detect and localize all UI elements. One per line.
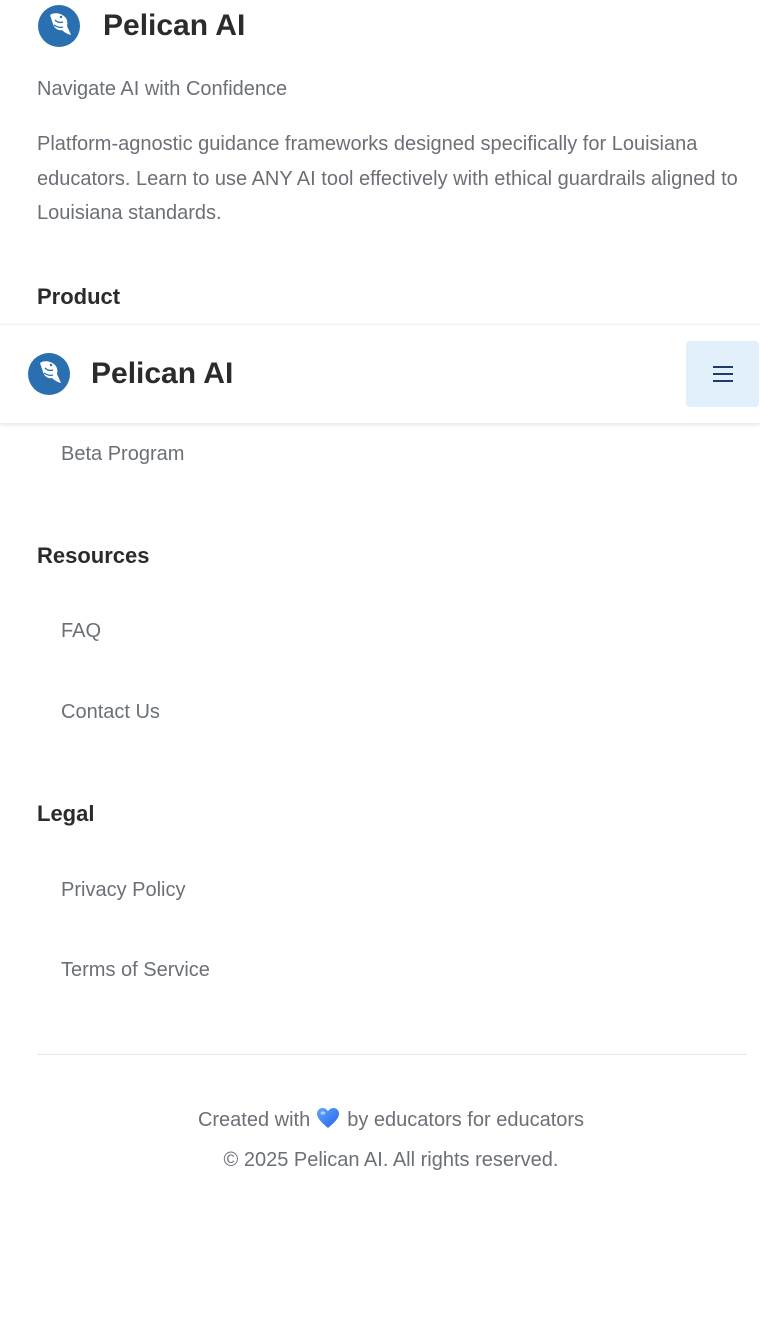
menu-toggle-button[interactable]: [686, 341, 759, 407]
footer-description: Platform-agnostic guidance frameworks de…: [37, 133, 738, 224]
pelican-logo-icon: [37, 4, 81, 48]
footer-brand[interactable]: Pelican AI: [37, 3, 245, 49]
pelican-logo-icon: [27, 352, 71, 396]
footer-tagline: Navigate AI with Confidence: [37, 78, 288, 100]
header-brand-name: Pelican AI: [91, 357, 234, 390]
copyright-text: © 2025 Pelican AI. All rights reserved.: [223, 1149, 559, 1171]
site-footer: Pelican AI Navigate AI with Confidence P…: [0, 0, 760, 1324]
hamburger-menu-icon: [712, 366, 733, 382]
footer-brand-name: Pelican AI: [103, 9, 246, 42]
link-privacy-policy[interactable]: Privacy Policy: [61, 879, 185, 902]
link-terms-of-service[interactable]: Terms of Service: [61, 959, 210, 982]
credit-text-after: by educators for educators: [347, 1109, 585, 1131]
heart-icon: [316, 1107, 340, 1129]
footer-divider: [37, 1054, 747, 1055]
link-contact-us[interactable]: Contact Us: [61, 701, 160, 724]
credit-line: Created with by educators for educators: [0, 1107, 760, 1132]
link-faq[interactable]: FAQ: [61, 620, 101, 643]
header-brand[interactable]: Pelican AI: [27, 351, 233, 397]
link-beta-program[interactable]: Beta Program: [61, 443, 184, 466]
section-title-product: Product: [37, 284, 121, 309]
credit-text-before: Created with: [197, 1109, 311, 1131]
section-title-resources: Resources: [37, 543, 150, 568]
sticky-header: Pelican AI: [0, 324, 760, 423]
section-title-legal: Legal: [37, 801, 95, 826]
